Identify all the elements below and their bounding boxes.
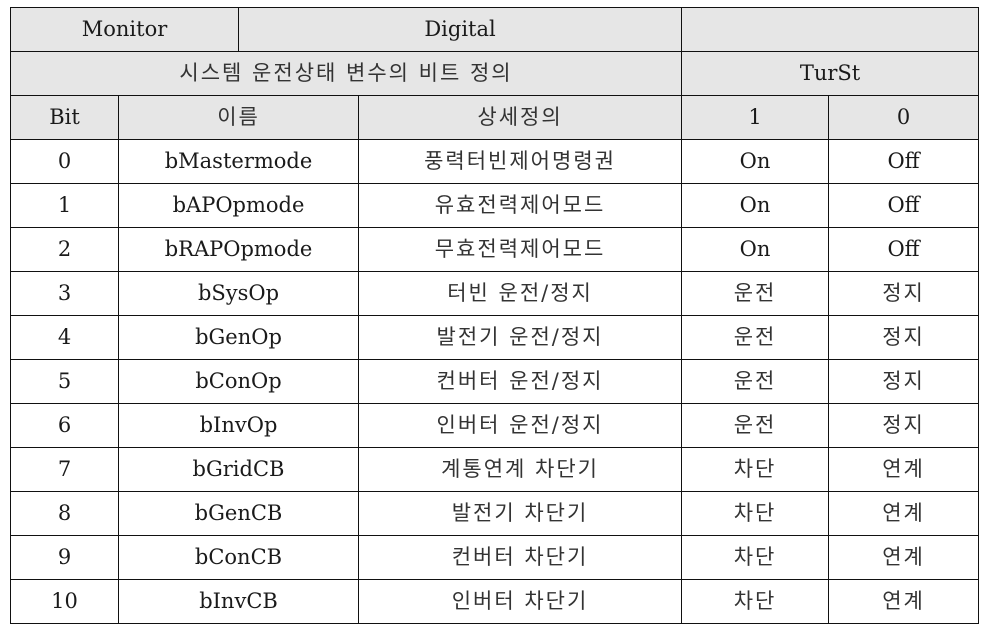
monitor-label: Monitor <box>9 7 240 52</box>
top-right-cell <box>681 7 980 52</box>
value-1-cell: On <box>681 183 830 228</box>
value-0-cell: Off <box>828 227 980 272</box>
value-0-cell: 정지 <box>828 315 980 360</box>
value-0-cell: 연계 <box>828 491 980 536</box>
name-cell: bGridCB <box>117 447 360 492</box>
name-cell: bRAPOpmode <box>117 227 360 272</box>
column-header-detail: 상세정의 <box>358 95 683 140</box>
value-1-cell: On <box>681 227 830 272</box>
table-row: 6 bInvOp 인버터 운전/정지 운전 정지 <box>10 403 980 448</box>
name-cell: bAPOpmode <box>117 183 360 228</box>
name-cell: bSysOp <box>117 271 360 316</box>
value-0-cell: 정지 <box>828 359 980 404</box>
name-cell: bConCB <box>117 535 360 580</box>
bit-cell: 10 <box>10 579 119 624</box>
column-header-value-0: 0 <box>828 95 980 140</box>
detail-cell: 인버터 차단기 <box>358 579 683 624</box>
bit-cell: 3 <box>10 271 119 316</box>
column-header-name: 이름 <box>117 95 360 140</box>
value-0-cell: 정지 <box>828 403 980 448</box>
table-row: 2 bRAPOpmode 무효전력제어모드 On Off <box>10 227 980 272</box>
value-0-cell: 연계 <box>828 579 980 624</box>
detail-cell: 발전기 차단기 <box>358 491 683 536</box>
bit-cell: 7 <box>10 447 119 492</box>
bit-cell: 2 <box>10 227 119 272</box>
bit-cell: 4 <box>10 315 119 360</box>
name-cell: bConOp <box>117 359 360 404</box>
variable-name: TurSt <box>681 51 980 96</box>
table-row: 10 bInvCB 인버터 차단기 차단 연계 <box>10 579 980 624</box>
name-cell: bMastermode <box>117 139 360 184</box>
column-header-bit: Bit <box>10 95 119 140</box>
detail-cell: 컨버터 운전/정지 <box>358 359 683 404</box>
bit-cell: 1 <box>10 183 119 228</box>
bit-cell: 6 <box>10 403 119 448</box>
header-row-monitor: Monitor Digital <box>9 7 980 52</box>
detail-cell: 터빈 운전/정지 <box>358 271 683 316</box>
detail-cell: 발전기 운전/정지 <box>358 315 683 360</box>
table-title: 시스템 운전상태 변수의 비트 정의 <box>9 51 683 96</box>
value-1-cell: 운전 <box>681 271 830 316</box>
column-header-value-1: 1 <box>681 95 830 140</box>
name-cell: bInvCB <box>117 579 360 624</box>
value-1-cell: 차단 <box>681 447 830 492</box>
value-0-cell: 정지 <box>828 271 980 316</box>
table-row: 3 bSysOp 터빈 운전/정지 운전 정지 <box>10 271 980 316</box>
value-1-cell: 차단 <box>681 579 830 624</box>
name-cell: bGenOp <box>117 315 360 360</box>
bit-cell: 0 <box>10 139 119 184</box>
bit-cell: 8 <box>10 491 119 536</box>
detail-cell: 인버터 운전/정지 <box>358 403 683 448</box>
value-0-cell: 연계 <box>828 447 980 492</box>
detail-cell: 계통연계 차단기 <box>358 447 683 492</box>
detail-cell: 무효전력제어모드 <box>358 227 683 272</box>
value-0-cell: Off <box>828 183 980 228</box>
bit-cell: 5 <box>10 359 119 404</box>
detail-cell: 유효전력제어모드 <box>358 183 683 228</box>
table-row: 7 bGridCB 계통연계 차단기 차단 연계 <box>10 447 980 492</box>
value-1-cell: On <box>681 139 830 184</box>
bit-cell: 9 <box>10 535 119 580</box>
bit-definition-table: Monitor Digital 시스템 운전상태 변수의 비트 정의 TurSt… <box>9 7 980 624</box>
table-row: 4 bGenOp 발전기 운전/정지 운전 정지 <box>10 315 980 360</box>
table-row: 0 bMastermode 풍력터빈제어명령권 On Off <box>10 139 980 184</box>
value-1-cell: 차단 <box>681 535 830 580</box>
name-cell: bInvOp <box>117 403 360 448</box>
header-row-title: 시스템 운전상태 변수의 비트 정의 TurSt <box>9 51 980 96</box>
value-1-cell: 운전 <box>681 359 830 404</box>
value-1-cell: 차단 <box>681 491 830 536</box>
table-row: 5 bConOp 컨버터 운전/정지 운전 정지 <box>10 359 980 404</box>
table-row: 8 bGenCB 발전기 차단기 차단 연계 <box>10 491 980 536</box>
detail-cell: 컨버터 차단기 <box>358 535 683 580</box>
value-1-cell: 운전 <box>681 315 830 360</box>
column-header-row: Bit 이름 상세정의 1 0 <box>10 95 980 140</box>
type-label: Digital <box>238 7 683 52</box>
table-row: 1 bAPOpmode 유효전력제어모드 On Off <box>10 183 980 228</box>
value-0-cell: Off <box>828 139 980 184</box>
value-1-cell: 운전 <box>681 403 830 448</box>
name-cell: bGenCB <box>117 491 360 536</box>
detail-cell: 풍력터빈제어명령권 <box>358 139 683 184</box>
table-row: 9 bConCB 컨버터 차단기 차단 연계 <box>10 535 980 580</box>
value-0-cell: 연계 <box>828 535 980 580</box>
